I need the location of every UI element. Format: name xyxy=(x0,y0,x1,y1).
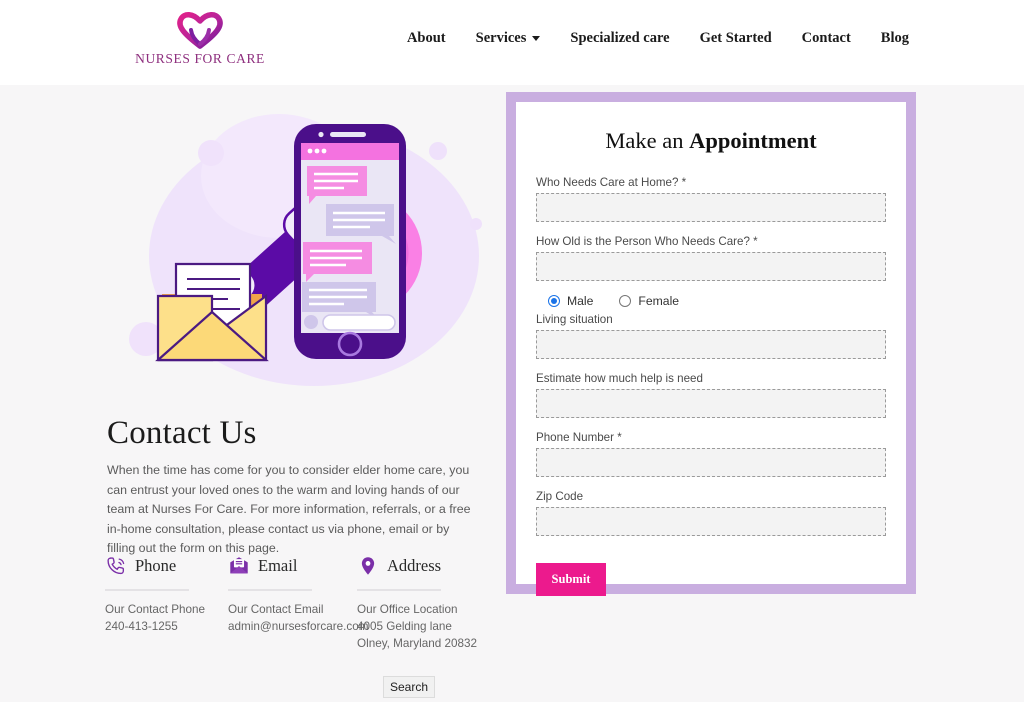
logo-text: NURSES FOR CARE xyxy=(135,51,265,66)
divider xyxy=(357,589,441,591)
envelope-icon xyxy=(230,557,248,574)
appointment-form-panel: Make an Appointment Who Needs Care at Ho… xyxy=(506,92,916,596)
contact-block-body: Our Office Location 4005 Gelding lane Ol… xyxy=(357,602,480,652)
site-logo[interactable]: NURSES FOR CARE xyxy=(135,10,264,76)
contact-block-label: Phone xyxy=(135,556,177,575)
page-root: NURSES FOR CARE About Services Specializ… xyxy=(0,0,1024,702)
appointment-form: Make an Appointment Who Needs Care at Ho… xyxy=(516,102,906,596)
contact-caption: Our Contact Phone xyxy=(105,603,206,616)
contact-block-body: Our Contact Email admin@nursesforcare.co… xyxy=(228,602,368,636)
field-age: How Old is the Person Who Needs Care? * xyxy=(536,235,886,281)
nav-label: About xyxy=(406,30,446,46)
field-label: Who Needs Care at Home? * xyxy=(536,176,687,189)
nav-item-get-started[interactable]: Get Started xyxy=(685,30,787,47)
map-pin-icon xyxy=(361,557,375,575)
contact-block-phone: Phone Our Contact Phone 240-413-1255 xyxy=(105,552,228,652)
living-situation-input[interactable] xyxy=(536,330,886,359)
nav-item-contact[interactable]: Contact xyxy=(787,30,866,47)
radio-male[interactable] xyxy=(548,295,560,307)
intro-paragraph: When the time has come for you to consid… xyxy=(107,463,471,555)
contact-block-email: Email Our Contact Email admin@nursesforc… xyxy=(228,552,368,652)
contact-block-address: Address Our Office Location 4005 Gelding… xyxy=(357,552,480,652)
contact-caption: Our Office Location xyxy=(357,603,458,616)
heart-hands-logo-icon xyxy=(177,12,223,49)
search-button[interactable]: Search xyxy=(383,676,435,698)
main-navigation: About Services Specialized care Get Star… xyxy=(392,30,924,47)
who-needs-care-input[interactable] xyxy=(536,193,886,222)
site-header: NURSES FOR CARE About Services Specializ… xyxy=(0,0,1024,85)
divider xyxy=(105,589,189,591)
field-label: Living situation xyxy=(536,313,613,326)
contact-block-header: Email xyxy=(228,552,357,580)
field-phone-number: Phone Number * xyxy=(536,431,886,477)
nav-label: Contact xyxy=(801,30,851,46)
contact-caption: Our Contact Email xyxy=(228,603,324,616)
nav-item-about[interactable]: About xyxy=(392,30,461,47)
field-zip-code: Zip Code xyxy=(536,490,886,536)
form-title: Make an Appointment xyxy=(536,128,886,154)
contact-block-header: Address xyxy=(357,552,480,580)
radio-male-label: Male xyxy=(567,294,594,308)
radio-female[interactable] xyxy=(619,295,632,307)
field-label: Phone Number * xyxy=(536,431,622,444)
field-label: How Old is the Person Who Needs Care? * xyxy=(536,235,758,248)
contact-block-header: Phone xyxy=(105,552,228,580)
field-label: Zip Code xyxy=(536,490,584,503)
nav-item-services[interactable]: Services xyxy=(461,30,556,47)
zip-code-input[interactable] xyxy=(536,507,886,536)
contact-block-label: Address xyxy=(387,556,442,575)
contact-info-columns: Phone Our Contact Phone 240-413-1255 Ema… xyxy=(105,552,480,652)
help-estimate-input[interactable] xyxy=(536,389,886,418)
contact-block-body: Our Contact Phone 240-413-1255 xyxy=(105,602,228,636)
field-label: Estimate how much help is need xyxy=(536,372,703,385)
chevron-down-icon xyxy=(532,36,541,41)
phone-number-input[interactable] xyxy=(536,448,886,477)
field-help-estimate: Estimate how much help is need xyxy=(536,372,886,418)
nav-item-blog[interactable]: Blog xyxy=(866,30,924,47)
contact-communication-illustration xyxy=(129,114,482,386)
contact-value[interactable]: admin@nursesforcare.com xyxy=(228,619,368,636)
radio-female-label: Female xyxy=(638,294,680,308)
age-input[interactable] xyxy=(536,252,886,281)
form-title-bold: Appointment xyxy=(689,128,817,153)
page-title: Contact Us xyxy=(107,415,257,451)
submit-button[interactable]: Submit xyxy=(536,563,606,596)
form-title-light: Make an xyxy=(605,128,690,153)
field-living-situation: Living situation xyxy=(536,313,886,359)
contact-value[interactable]: 240-413-1255 xyxy=(105,619,228,636)
contact-block-label: Email xyxy=(258,556,298,575)
nav-label: Blog xyxy=(880,30,909,46)
nav-label: Get Started xyxy=(699,30,772,46)
contact-value: 4005 Gelding lane Olney, Maryland 20832 xyxy=(357,619,477,650)
divider xyxy=(228,589,312,591)
gender-radio-group: Male Female xyxy=(548,294,886,308)
nav-label: Specialized care xyxy=(570,30,670,46)
nav-label: Services xyxy=(475,30,527,46)
phone-icon xyxy=(107,557,125,575)
field-who-needs-care: Who Needs Care at Home? * xyxy=(536,176,886,222)
nav-item-specialized-care[interactable]: Specialized care xyxy=(555,30,684,47)
